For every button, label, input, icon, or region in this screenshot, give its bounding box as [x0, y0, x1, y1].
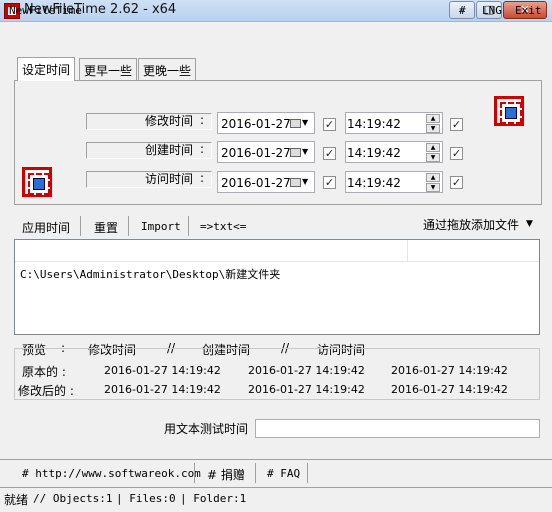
- test-text-label: 用文本测试时间: [164, 422, 249, 436]
- modify-time-checkbox[interactable]: ✓: [450, 118, 463, 131]
- colon: :: [200, 171, 205, 185]
- menu-lng[interactable]: LNG: [482, 4, 502, 17]
- access-time-checkbox[interactable]: ✓: [450, 176, 463, 189]
- access-date-checkbox[interactable]: ✓: [323, 176, 336, 189]
- footer-divider: [0, 459, 552, 460]
- spin-down-icon[interactable]: ▼: [426, 153, 440, 162]
- create-date-checkbox[interactable]: ✓: [323, 147, 336, 160]
- spin-down-icon[interactable]: ▼: [426, 183, 440, 192]
- drag-drop-menu[interactable]: 通过拖放添加文件: [423, 216, 519, 233]
- modify-time-label: 修改时间: [86, 113, 212, 130]
- original-create-time: 2016-01-27 14:19:42: [248, 364, 365, 377]
- chevron-down-icon[interactable]: ▼: [302, 147, 308, 156]
- list-item[interactable]: C:\Users\Administrator\Desktop\新建文件夹: [20, 266, 280, 282]
- import-button[interactable]: Import: [141, 220, 181, 233]
- chevron-down-icon[interactable]: ▼: [302, 118, 308, 127]
- divider: [194, 463, 195, 483]
- spin-up-icon[interactable]: ▲: [426, 173, 440, 182]
- status-files: | Files:0: [116, 492, 176, 505]
- clock-file-icon[interactable]: [22, 167, 52, 197]
- export-txt-button[interactable]: =>txt<=: [200, 220, 246, 233]
- status-folder: | Folder:1: [180, 492, 247, 505]
- spin-up-icon[interactable]: ▲: [426, 143, 440, 152]
- donate-link[interactable]: # 捐赠: [207, 466, 245, 483]
- access-time-label: 访问时间: [86, 171, 212, 188]
- clock-file-icon[interactable]: [494, 96, 524, 126]
- spin-up-icon[interactable]: ▲: [426, 114, 440, 123]
- tab-earlier[interactable]: 更早一些: [79, 58, 138, 80]
- modified-label: 修改后的 :: [18, 384, 74, 398]
- list-header: [15, 240, 539, 262]
- file-list[interactable]: C:\Users\Administrator\Desktop\新建文件夹: [14, 239, 540, 335]
- calendar-icon[interactable]: [290, 119, 301, 128]
- calendar-icon[interactable]: [290, 148, 301, 157]
- calendar-icon[interactable]: [290, 178, 301, 187]
- spin-down-icon[interactable]: ▼: [426, 124, 440, 133]
- modified-create-time: 2016-01-27 14:19:42: [248, 383, 365, 396]
- list-header-divider: [407, 240, 408, 262]
- apply-time-button[interactable]: 应用时间: [22, 219, 70, 236]
- original-label: 原本的 :: [22, 365, 66, 379]
- original-access-time: 2016-01-27 14:19:42: [391, 364, 508, 377]
- create-time-checkbox[interactable]: ✓: [450, 147, 463, 160]
- divider: [255, 463, 256, 483]
- original-modify-time: 2016-01-27 14:19:42: [104, 364, 221, 377]
- chevron-down-icon[interactable]: ▼: [302, 177, 308, 186]
- modified-modify-time: 2016-01-27 14:19:42: [104, 383, 221, 396]
- divider: [188, 216, 189, 236]
- tab-set-time[interactable]: 设定时间: [17, 57, 76, 81]
- chevron-down-icon[interactable]: ▼: [526, 219, 533, 229]
- statusbar-divider: [0, 487, 552, 488]
- status-objects: // Objects:1: [33, 492, 113, 505]
- modify-date-checkbox[interactable]: ✓: [323, 118, 336, 131]
- menu-hash[interactable]: #: [459, 4, 466, 17]
- menu-exit[interactable]: Exit: [515, 4, 542, 17]
- faq-link[interactable]: # FAQ: [267, 467, 300, 480]
- colon: :: [200, 142, 205, 156]
- website-link[interactable]: # http://www.softwareok.com: [22, 467, 201, 480]
- create-time-label: 创建时间: [86, 142, 212, 159]
- colon: :: [200, 113, 205, 127]
- divider: [80, 216, 81, 236]
- test-text-input[interactable]: [255, 419, 540, 438]
- divider: [307, 463, 308, 483]
- reset-button[interactable]: 重置: [94, 219, 118, 236]
- tab-later[interactable]: 更晚一些: [138, 58, 197, 80]
- divider: [128, 216, 129, 236]
- status-ready: 就绪: [4, 493, 29, 507]
- modified-access-time: 2016-01-27 14:19:42: [391, 383, 508, 396]
- menu-app[interactable]: NewFileTime: [9, 4, 82, 17]
- menu-bar: [0, 23, 552, 45]
